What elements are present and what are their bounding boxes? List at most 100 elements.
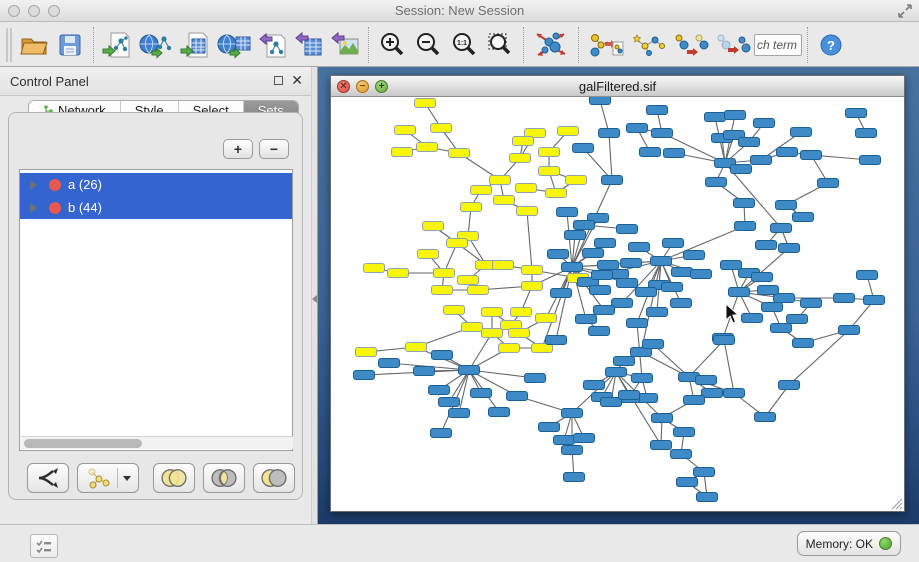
graph-node[interactable] <box>651 257 672 266</box>
graph-node[interactable] <box>846 109 867 118</box>
graph-node[interactable] <box>664 149 685 158</box>
graph-node[interactable] <box>434 269 455 278</box>
graph-node[interactable] <box>432 286 453 295</box>
graph-node[interactable] <box>490 176 511 185</box>
graph-node[interactable] <box>489 408 510 417</box>
graph-edge[interactable] <box>469 333 492 370</box>
set-row-b[interactable]: b (44) <box>20 196 292 219</box>
import-table-from-file-button[interactable] <box>177 26 213 64</box>
graph-node[interactable] <box>621 259 642 268</box>
graph-node[interactable] <box>629 243 650 252</box>
graph-node[interactable] <box>499 344 520 353</box>
graph-node[interactable] <box>565 231 586 240</box>
copy-selection-button[interactable] <box>670 26 712 64</box>
graph-edge[interactable] <box>641 261 661 352</box>
graph-node[interactable] <box>539 148 560 157</box>
graph-node[interactable] <box>539 423 560 432</box>
graph-node[interactable] <box>677 478 698 487</box>
graph-node[interactable] <box>459 366 480 375</box>
graph-node[interactable] <box>617 279 638 288</box>
graph-node[interactable] <box>507 392 528 401</box>
graph-node[interactable] <box>595 239 616 248</box>
close-panel-icon[interactable]: ✕ <box>291 72 303 89</box>
graph-node[interactable] <box>696 376 717 385</box>
graph-node[interactable] <box>636 288 657 297</box>
graph-edge[interactable] <box>609 133 612 180</box>
graph-node[interactable] <box>601 398 622 407</box>
graph-node[interactable] <box>684 251 705 260</box>
graph-node[interactable] <box>493 261 514 270</box>
graph-node[interactable] <box>612 299 633 308</box>
graph-node[interactable] <box>494 196 515 205</box>
import-table-from-web-button[interactable] <box>213 26 255 64</box>
graph-node[interactable] <box>354 371 375 380</box>
venn-difference-button[interactable] <box>253 463 295 493</box>
search-input[interactable]: ch term <box>754 34 802 56</box>
graph-node[interactable] <box>791 128 812 137</box>
network-canvas[interactable] <box>331 97 904 511</box>
zoom-actual-size-button[interactable]: 1:1 <box>446 26 482 64</box>
dropdown-arrow-icon[interactable] <box>123 476 131 481</box>
graph-edge[interactable] <box>689 340 724 377</box>
graph-node[interactable] <box>742 314 763 323</box>
graph-node[interactable] <box>627 319 648 328</box>
graph-node[interactable] <box>562 263 583 272</box>
graph-node[interactable] <box>672 268 693 277</box>
fullscreen-icon[interactable] <box>897 3 913 19</box>
graph-node[interactable] <box>647 106 668 115</box>
graph-node[interactable] <box>729 288 750 297</box>
graph-node[interactable] <box>557 208 578 217</box>
graph-node[interactable] <box>663 239 684 248</box>
graph-node[interactable] <box>509 329 530 338</box>
graph-node[interactable] <box>684 396 705 405</box>
graph-node[interactable] <box>614 357 635 366</box>
graph-node[interactable] <box>662 283 683 292</box>
import-network-from-file-button[interactable] <box>99 26 135 64</box>
graph-node[interactable] <box>834 294 855 303</box>
select-from-file-button[interactable] <box>628 26 670 64</box>
expander-icon[interactable] <box>30 203 37 213</box>
graph-node[interactable] <box>652 129 673 138</box>
graph-node[interactable] <box>566 176 587 185</box>
export-network-button[interactable] <box>255 26 291 64</box>
graph-node[interactable] <box>471 186 492 195</box>
graph-node[interactable] <box>777 148 798 157</box>
graph-node[interactable] <box>714 336 735 345</box>
graph-node[interactable] <box>449 409 470 418</box>
venn-intersection-button[interactable] <box>203 463 245 493</box>
graph-node[interactable] <box>423 222 444 231</box>
graph-node[interactable] <box>548 250 569 259</box>
graph-node[interactable] <box>671 450 692 459</box>
toolbar-grip[interactable] <box>6 28 12 62</box>
graph-node[interactable] <box>406 343 427 352</box>
graph-node[interactable] <box>779 381 800 390</box>
graph-node[interactable] <box>458 276 479 285</box>
graph-node[interactable] <box>640 148 661 157</box>
graph-node[interactable] <box>573 144 594 153</box>
graph-node[interactable] <box>725 111 746 120</box>
graph-node[interactable] <box>694 468 715 477</box>
resize-grip-icon[interactable] <box>889 496 903 510</box>
graph-node[interactable] <box>418 250 439 259</box>
graph-node[interactable] <box>546 336 567 345</box>
zoom-in-button[interactable] <box>374 26 410 64</box>
graph-node[interactable] <box>525 374 546 383</box>
graph-node[interactable] <box>776 201 797 210</box>
graph-node[interactable] <box>558 127 579 136</box>
graph-node[interactable] <box>702 389 723 398</box>
graph-node[interactable] <box>461 203 482 212</box>
network-frame-titlebar[interactable]: ✕ − + galFiltered.sif <box>331 76 904 97</box>
graph-node[interactable] <box>395 126 416 135</box>
graph-node[interactable] <box>652 414 673 423</box>
graph-node[interactable] <box>431 124 452 133</box>
graph-node[interactable] <box>517 207 538 216</box>
zoom-out-button[interactable] <box>410 26 446 64</box>
graph-node[interactable] <box>554 436 575 445</box>
help-button[interactable]: ? <box>813 26 849 64</box>
split-sets-button[interactable] <box>27 463 69 493</box>
graph-node[interactable] <box>793 213 814 222</box>
graph-node[interactable] <box>562 409 583 418</box>
graph-node[interactable] <box>482 308 503 317</box>
graph-node[interactable] <box>574 221 595 230</box>
graph-node[interactable] <box>447 239 468 248</box>
